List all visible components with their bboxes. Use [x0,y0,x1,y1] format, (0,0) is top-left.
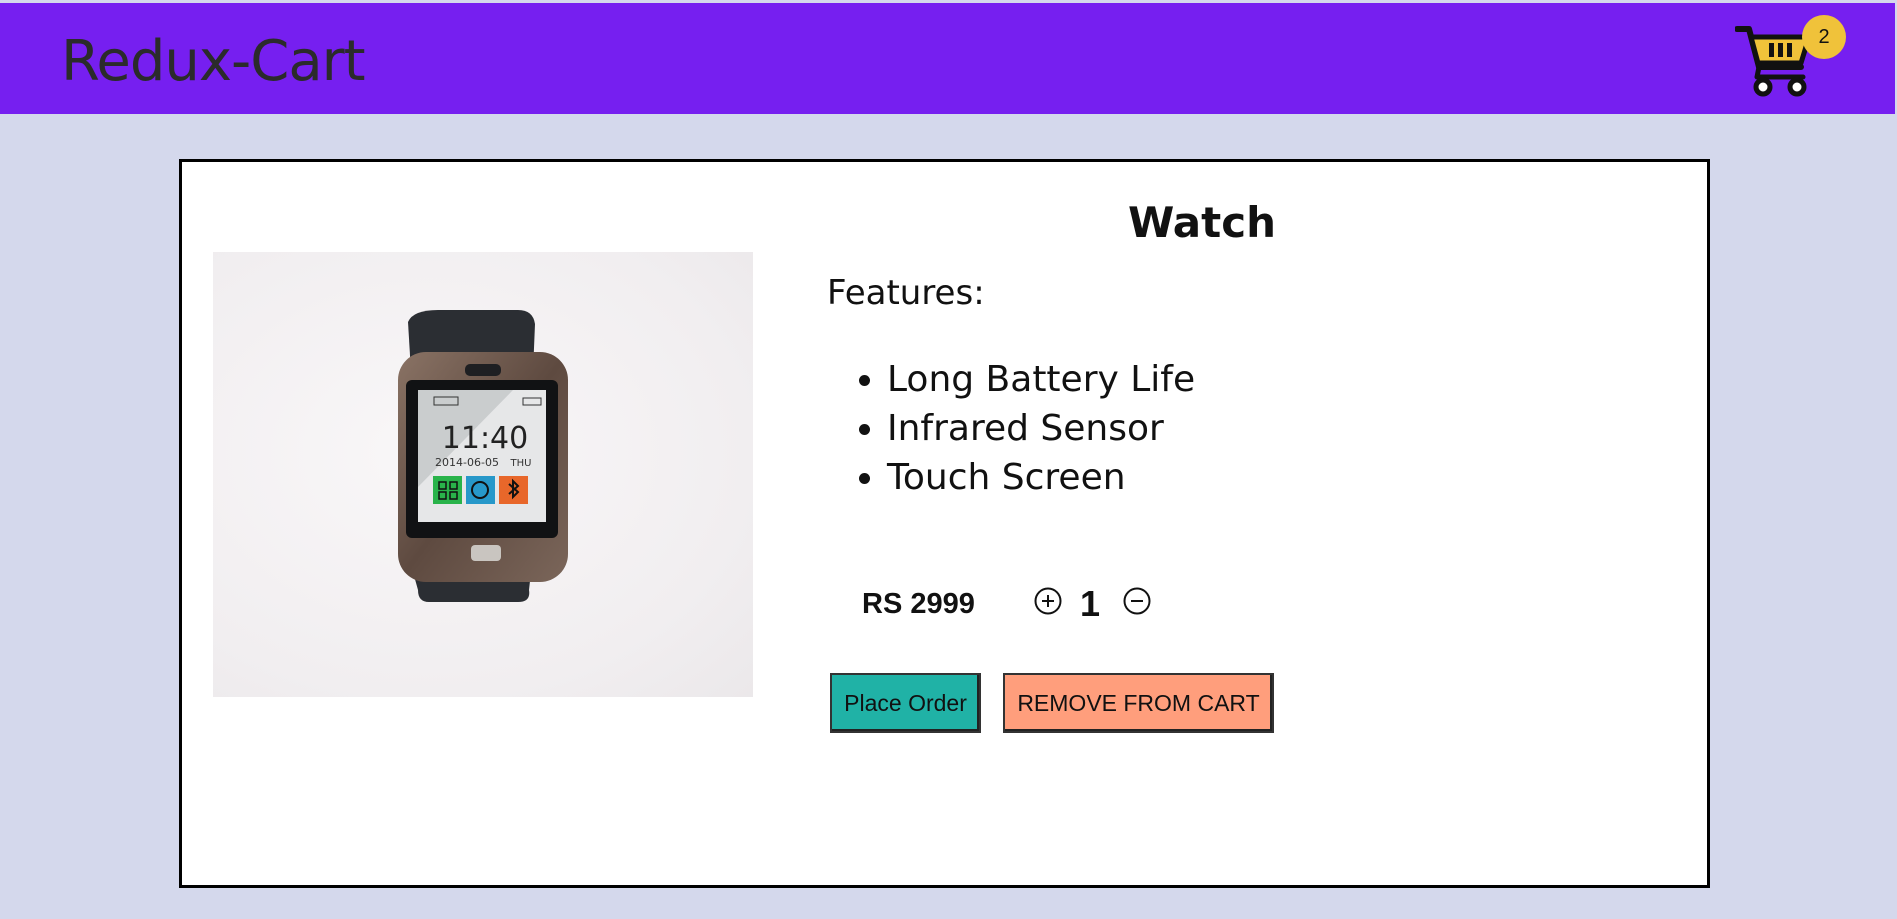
watch-time: 11:40 [442,421,528,456]
remove-from-cart-button[interactable]: REMOVE FROM CART [1003,673,1274,733]
place-order-button[interactable]: Place Order [830,673,981,733]
product-title: Watch [1127,198,1277,247]
features-list: Long Battery Life Infrared Sensor Touch … [840,355,1195,502]
brand-title: Redux-Cart [61,29,366,94]
cart-count-badge: 2 [1802,15,1846,59]
feature-item: Touch Screen [887,453,1195,502]
decrease-quantity-button[interactable] [1122,586,1152,616]
feature-item: Infrared Sensor [887,404,1195,453]
quantity-value: 1 [1080,583,1101,624]
cart-button[interactable]: 2 [1735,15,1846,97]
features-label: Features: [827,273,985,313]
feature-item: Long Battery Life [887,355,1195,404]
product-image: 11:40 2014-06-05 THU [213,252,753,697]
watch-date: 2014-06-05 [435,456,499,469]
plus-circle-icon [1034,587,1062,615]
increase-quantity-button[interactable] [1033,586,1063,616]
navbar: Redux-Cart 2 [0,3,1895,114]
product-price: RS 2999 [862,588,975,620]
minus-circle-icon [1123,587,1151,615]
smartwatch-image: 11:40 2014-06-05 THU [398,310,568,602]
watch-day: THU [510,458,532,469]
